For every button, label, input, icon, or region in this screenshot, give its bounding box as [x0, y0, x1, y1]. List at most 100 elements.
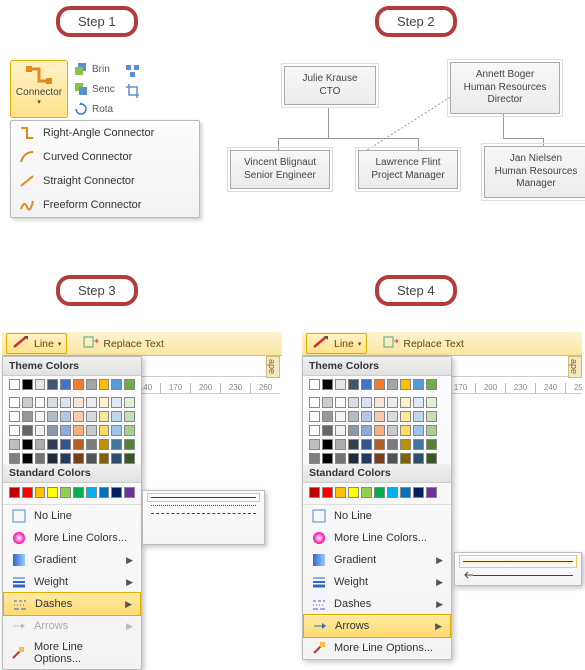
color-swatch[interactable]	[47, 487, 58, 498]
color-swatch[interactable]	[60, 487, 71, 498]
color-swatch[interactable]	[99, 439, 110, 450]
weight-item[interactable]: Weight▶	[3, 571, 141, 593]
color-swatch[interactable]	[9, 453, 20, 464]
color-swatch[interactable]	[47, 411, 58, 422]
weight-item[interactable]: Weight▶	[303, 571, 451, 593]
color-swatch[interactable]	[322, 453, 333, 464]
color-swatch[interactable]	[60, 397, 71, 408]
color-swatch[interactable]	[99, 397, 110, 408]
color-swatch[interactable]	[426, 379, 437, 390]
more-options-item[interactable]: More Line Options...	[3, 637, 141, 669]
color-swatch[interactable]	[426, 397, 437, 408]
color-swatch[interactable]	[73, 411, 84, 422]
color-swatch[interactable]	[413, 425, 424, 436]
color-swatch[interactable]	[86, 453, 97, 464]
dash-dot[interactable]	[151, 505, 256, 506]
color-swatch[interactable]	[413, 439, 424, 450]
color-swatch[interactable]	[35, 453, 46, 464]
color-swatch[interactable]	[73, 487, 84, 498]
org-box-hr-director[interactable]: Annett Boger Human Resources Director	[450, 62, 560, 114]
color-swatch[interactable]	[361, 425, 372, 436]
dash-dashdot[interactable]	[151, 521, 256, 522]
color-swatch[interactable]	[124, 425, 135, 436]
color-swatch[interactable]	[111, 487, 122, 498]
color-swatch[interactable]	[361, 439, 372, 450]
org-box-engineer[interactable]: Vincent Blignaut Senior Engineer	[230, 150, 330, 189]
org-box-cto[interactable]: Julie Krause CTO	[284, 66, 376, 105]
color-swatch[interactable]	[111, 379, 122, 390]
color-swatch[interactable]	[400, 379, 411, 390]
gradient-item[interactable]: Gradient▶	[3, 549, 141, 571]
color-swatch[interactable]	[322, 379, 333, 390]
color-swatch[interactable]	[335, 425, 346, 436]
color-swatch[interactable]	[60, 379, 71, 390]
color-swatch[interactable]	[35, 487, 46, 498]
color-swatch[interactable]	[309, 453, 320, 464]
color-swatch[interactable]	[335, 379, 346, 390]
color-swatch[interactable]	[413, 397, 424, 408]
color-swatch[interactable]	[374, 439, 385, 450]
more-colors-item[interactable]: More Line Colors...	[303, 527, 451, 549]
color-swatch[interactable]	[322, 425, 333, 436]
color-swatch[interactable]	[47, 397, 58, 408]
color-swatch[interactable]	[86, 411, 97, 422]
line-dropdown-button[interactable]: Line ▾	[6, 333, 67, 354]
send-backward-button[interactable]: Senc	[74, 80, 115, 98]
color-swatch[interactable]	[86, 379, 97, 390]
dash-longdash[interactable]	[151, 529, 256, 530]
color-swatch[interactable]	[413, 487, 424, 498]
org-box-hr-manager[interactable]: Jan Nielsen Human Resources Manager	[484, 146, 585, 198]
gradient-item[interactable]: Gradient▶	[303, 549, 451, 571]
dash-solid[interactable]	[151, 497, 256, 498]
color-swatch[interactable]	[348, 397, 359, 408]
color-swatch[interactable]	[426, 425, 437, 436]
color-swatch[interactable]	[361, 397, 372, 408]
color-swatch[interactable]	[322, 411, 333, 422]
color-swatch[interactable]	[73, 439, 84, 450]
color-swatch[interactable]	[374, 487, 385, 498]
color-swatch[interactable]	[387, 425, 398, 436]
color-swatch[interactable]	[47, 439, 58, 450]
color-swatch[interactable]	[99, 425, 110, 436]
color-swatch[interactable]	[400, 487, 411, 498]
color-swatch[interactable]	[335, 411, 346, 422]
color-swatch[interactable]	[426, 487, 437, 498]
color-swatch[interactable]	[124, 439, 135, 450]
color-swatch[interactable]	[348, 425, 359, 436]
color-swatch[interactable]	[9, 425, 20, 436]
color-swatch[interactable]	[322, 397, 333, 408]
color-swatch[interactable]	[361, 411, 372, 422]
color-swatch[interactable]	[111, 397, 122, 408]
color-swatch[interactable]	[35, 425, 46, 436]
color-swatch[interactable]	[111, 453, 122, 464]
color-swatch[interactable]	[86, 439, 97, 450]
dash-dash[interactable]	[151, 513, 256, 514]
color-swatch[interactable]	[387, 439, 398, 450]
color-swatch[interactable]	[322, 487, 333, 498]
color-swatch[interactable]	[73, 425, 84, 436]
color-swatch[interactable]	[400, 397, 411, 408]
color-swatch[interactable]	[60, 453, 71, 464]
color-swatch[interactable]	[22, 379, 33, 390]
color-swatch[interactable]	[400, 439, 411, 450]
color-swatch[interactable]	[348, 487, 359, 498]
color-swatch[interactable]	[413, 453, 424, 464]
more-options-item[interactable]: More Line Options...	[303, 637, 451, 659]
color-swatch[interactable]	[309, 425, 320, 436]
color-swatch[interactable]	[374, 397, 385, 408]
color-swatch[interactable]	[387, 487, 398, 498]
color-swatch[interactable]	[387, 411, 398, 422]
color-swatch[interactable]	[361, 379, 372, 390]
color-swatch[interactable]	[400, 411, 411, 422]
color-swatch[interactable]	[124, 379, 135, 390]
color-swatch[interactable]	[99, 379, 110, 390]
color-swatch[interactable]	[335, 487, 346, 498]
color-swatch[interactable]	[35, 411, 46, 422]
replace-text-button[interactable]: Replace Text	[77, 333, 170, 354]
color-swatch[interactable]	[309, 411, 320, 422]
org-box-pm[interactable]: Lawrence Flint Project Manager	[358, 150, 458, 189]
color-swatch[interactable]	[9, 397, 20, 408]
color-swatch[interactable]	[400, 453, 411, 464]
menu-straight-connector[interactable]: Straight Connector	[11, 169, 199, 193]
color-swatch[interactable]	[22, 425, 33, 436]
